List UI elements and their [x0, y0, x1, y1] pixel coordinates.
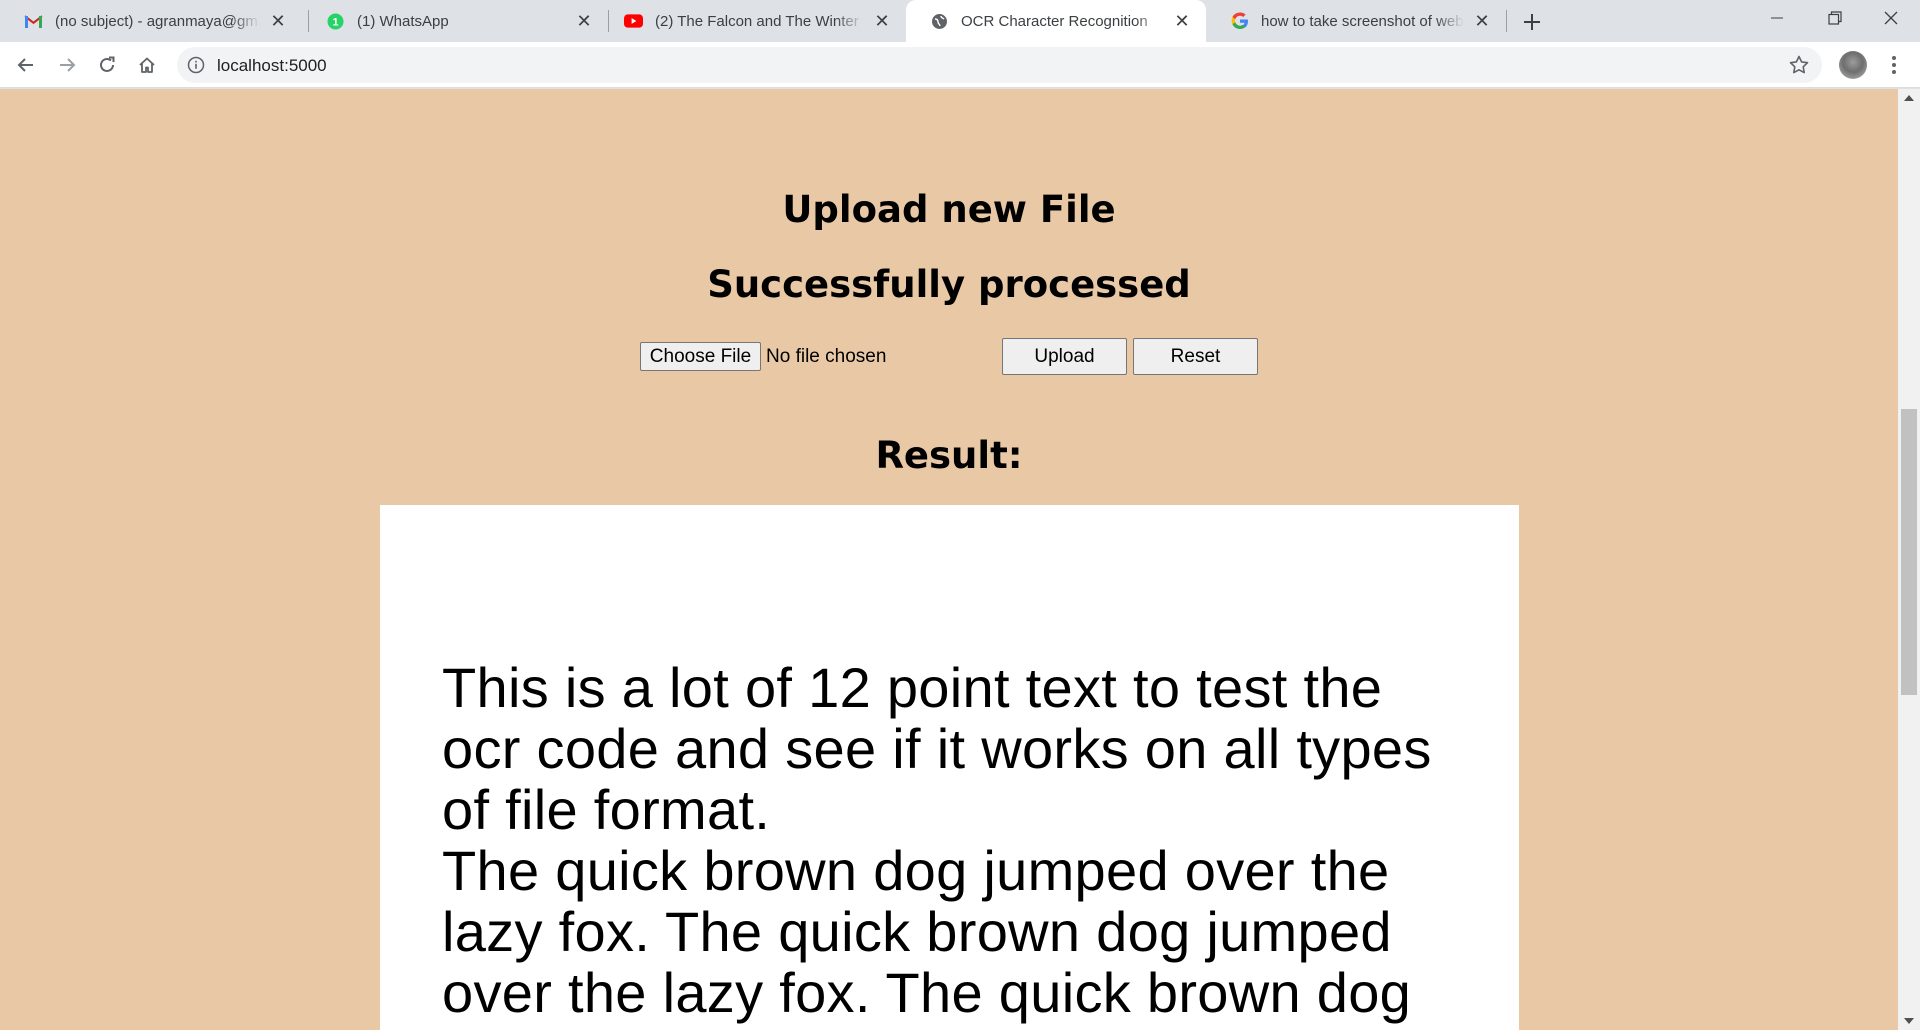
plus-icon — [1524, 14, 1540, 30]
restore-button[interactable] — [1806, 0, 1864, 36]
youtube-icon — [624, 12, 643, 31]
close-icon[interactable]: ✕ — [1472, 11, 1492, 31]
menu-dot — [1892, 63, 1896, 67]
upload-button[interactable]: Upload — [1002, 338, 1127, 375]
tab-title: (2) The Falcon and The Winter Soldier — [655, 12, 864, 30]
choose-file-button[interactable]: Choose File — [640, 342, 761, 371]
close-window-button[interactable] — [1862, 0, 1920, 36]
back-button[interactable] — [10, 49, 42, 81]
result-image-text: This is a lot of 12 point text to test t… — [442, 656, 1432, 1024]
result-image: This is a lot of 12 point text to test t… — [380, 505, 1519, 1030]
home-icon — [139, 57, 155, 73]
whatsapp-icon: 1 — [326, 12, 345, 31]
menu-dot — [1892, 56, 1896, 60]
close-icon[interactable]: ✕ — [268, 11, 288, 31]
browser-menu-button[interactable] — [1882, 53, 1906, 77]
close-icon — [1884, 11, 1898, 25]
tab-whatsapp[interactable]: 1 (1) WhatsApp ✕ — [302, 0, 608, 42]
arrow-left-icon — [17, 58, 33, 72]
minimize-button[interactable] — [1748, 0, 1806, 36]
home-button[interactable] — [131, 49, 163, 81]
tab-title: (1) WhatsApp — [357, 12, 449, 30]
tab-ocr-active[interactable]: OCR Character Recognition ✕ — [906, 0, 1206, 42]
reset-button[interactable]: Reset — [1133, 338, 1258, 375]
tab-title: (no subject) - agranmaya@gmail.com — [55, 12, 260, 30]
minimize-icon — [1771, 17, 1783, 19]
forward-button[interactable] — [51, 49, 83, 81]
address-bar[interactable]: localhost:5000 — [177, 47, 1822, 83]
close-icon[interactable]: ✕ — [872, 11, 892, 31]
scroll-up-arrow-icon[interactable] — [1904, 95, 1914, 101]
reload-icon — [100, 56, 115, 72]
svg-text:1: 1 — [332, 16, 338, 28]
bookmark-star-icon[interactable] — [1788, 54, 1810, 76]
browser-toolbar: localhost:5000 — [0, 42, 1920, 88]
tab-google[interactable]: how to take screenshot of website ✕ — [1206, 0, 1506, 42]
reload-button[interactable] — [91, 49, 123, 81]
page-title: Upload new File — [782, 188, 1116, 231]
status-message: Successfully processed — [707, 263, 1191, 306]
scroll-down-arrow-icon[interactable] — [1904, 1018, 1914, 1024]
result-heading: Result: — [875, 434, 1023, 477]
scrollbar-thumb[interactable] — [1901, 409, 1917, 695]
menu-dot — [1892, 70, 1896, 74]
tab-strip: (no subject) - agranmaya@gmail.com ✕ 1 (… — [0, 0, 1920, 42]
restore-icon — [1828, 11, 1842, 25]
tab-gmail[interactable]: (no subject) - agranmaya@gmail.com ✕ — [0, 0, 302, 42]
new-tab-button[interactable] — [1518, 8, 1546, 36]
page-viewport: Upload new File Successfully processed C… — [0, 89, 1898, 1030]
file-status-text: No file chosen — [766, 346, 887, 367]
close-icon[interactable]: ✕ — [1172, 11, 1192, 31]
globe-icon — [930, 12, 949, 31]
close-icon[interactable]: ✕ — [574, 11, 594, 31]
tab-separator — [1506, 10, 1507, 32]
page-scrollbar[interactable] — [1898, 89, 1920, 1030]
arrow-right-icon — [60, 58, 76, 72]
profile-avatar[interactable] — [1839, 51, 1867, 79]
info-icon[interactable] — [187, 56, 205, 74]
tab-title: OCR Character Recognition — [961, 12, 1148, 30]
url-text[interactable]: localhost:5000 — [217, 56, 327, 76]
tab-youtube[interactable]: (2) The Falcon and The Winter Soldier ✕ — [600, 0, 906, 42]
gmail-icon — [24, 12, 43, 31]
google-icon — [1230, 12, 1249, 31]
tab-title: how to take screenshot of website — [1261, 12, 1464, 30]
